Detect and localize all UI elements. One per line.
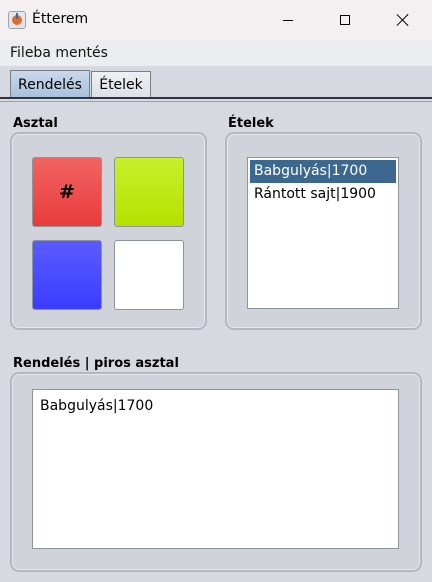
java-app-icon [8, 11, 26, 29]
title-bar: Étterem [0, 0, 432, 40]
food-list-item[interactable]: Rántott sajt|1900 [248, 183, 398, 206]
order-text-area[interactable]: Babgulyás|1700 [32, 389, 399, 549]
table-button-blue[interactable] [32, 240, 102, 310]
order-line: Babgulyás|1700 [40, 398, 154, 414]
maximize-icon [340, 15, 350, 25]
maximize-button[interactable] [316, 0, 374, 40]
tab-bar: Rendelés Ételek [0, 66, 432, 106]
order-panel-label: Rendelés | piros asztal [13, 356, 179, 371]
menu-item-save-to-file[interactable]: Fileba mentés [10, 45, 108, 61]
table-button-red[interactable]: # [32, 157, 102, 227]
close-button[interactable] [374, 0, 432, 40]
menu-bar: Fileba mentés [0, 40, 432, 66]
window-title: Étterem [32, 11, 89, 27]
table-button-lime[interactable] [114, 157, 184, 227]
tab-divider-shadow [0, 101, 432, 102]
minimize-icon [283, 19, 293, 21]
tab-divider [0, 97, 432, 99]
table-panel-label: Asztal [13, 116, 58, 131]
minimize-button[interactable] [259, 0, 317, 40]
food-list-item[interactable]: Babgulyás|1700 [250, 160, 396, 183]
table-button-white[interactable] [114, 240, 184, 310]
food-panel-label: Ételek [228, 116, 274, 131]
food-list[interactable]: Babgulyás|1700 Rántott sajt|1900 [247, 157, 399, 309]
tab-etelek[interactable]: Ételek [91, 71, 151, 97]
close-icon [396, 13, 410, 27]
tab-rendeles[interactable]: Rendelés [10, 70, 90, 98]
